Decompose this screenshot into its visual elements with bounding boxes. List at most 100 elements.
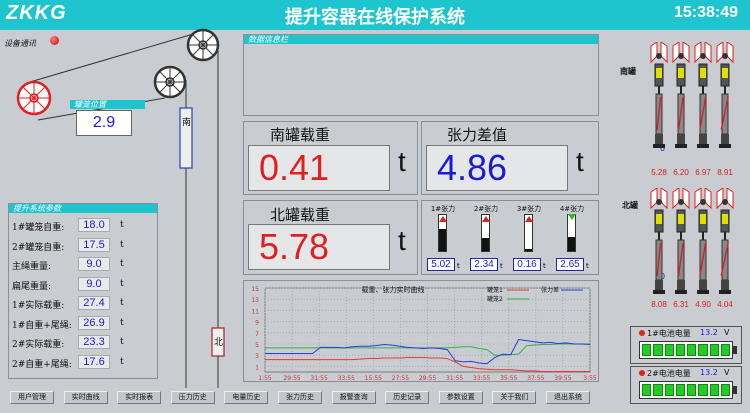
battery-cell [720, 384, 730, 396]
nav-button[interactable]: 参数设置 [438, 391, 483, 404]
page-title: 提升容器在线保护系统 [285, 7, 465, 28]
nav-button[interactable]: 张力历史 [278, 391, 322, 404]
nav-button[interactable]: 用户管理 [10, 391, 54, 404]
cage-position-value: 2.9 [76, 110, 132, 136]
chart-ytick-label: 15 [251, 286, 259, 293]
battery-cell [687, 344, 697, 356]
battery-label: 2#电池电量 [647, 369, 691, 378]
battery-led-icon [639, 370, 645, 376]
chart-title: 载重、张力实时曲线 [362, 285, 425, 294]
south-cage-label: 南 [182, 118, 192, 128]
chart-ytick-label: 11 [251, 308, 259, 315]
battery-cell [698, 344, 708, 356]
param-value: 26.9 [78, 315, 110, 330]
param-unit: t [120, 356, 124, 367]
nav-button[interactable]: 退出系统 [546, 391, 590, 404]
hydraulic-valve-icon [672, 188, 690, 294]
sheave-wheel-icon [153, 65, 187, 99]
param-value: 23.3 [78, 335, 110, 349]
param-value: 18.0 [78, 218, 110, 232]
battery-cell [642, 384, 652, 396]
chart-xtick-label: 15:55 [365, 375, 382, 382]
param-label: 扁尾重量: [12, 281, 52, 292]
hydraulic-valve-icon [672, 42, 690, 148]
nav-button[interactable]: 关于我们 [492, 391, 537, 404]
battery-icon [639, 341, 733, 359]
hydraulic-valve-icon [716, 188, 734, 294]
param-label: 1#罐笼自重: [12, 223, 65, 233]
battery-cell [675, 384, 685, 396]
hydraulic-valve-icon [694, 42, 712, 148]
tension-value: 0.16 [513, 258, 541, 271]
south-valve-value: 5.28 [651, 168, 667, 177]
battery-terminal [733, 386, 737, 394]
battery-value: 13.2 [700, 328, 718, 337]
nav-button[interactable]: 电量历史 [224, 391, 269, 404]
battery-unit: V [724, 368, 730, 377]
chart-xtick-label: 1:55 [258, 375, 272, 382]
param-label: 主绳重量: [12, 262, 52, 272]
chart-xtick-label: 35:55 [500, 375, 517, 382]
hydraulic-valve-icon [694, 188, 712, 294]
tension-diff-label: 张力差值 [447, 126, 508, 144]
param-unit: t [120, 259, 124, 269]
chart-xtick-label: 37:55 [527, 375, 544, 382]
south-load-value: 0.41 [248, 145, 390, 191]
data-info-title: 数据信息栏 [244, 35, 598, 44]
param-value: 17.6 [78, 354, 110, 369]
params-title: 提升系统参数 [9, 204, 157, 213]
param-unit: t [120, 337, 124, 347]
param-value: 17.5 [78, 237, 110, 252]
nav-button[interactable]: 历史记录 [385, 391, 430, 404]
tension-unit: t [500, 262, 503, 270]
chart-xtick-label: 29:55 [283, 375, 300, 382]
chart-ytick-label: 9 [255, 320, 259, 327]
nav-button[interactable]: 实时报表 [117, 391, 162, 404]
chart-ytick-label: 13 [251, 297, 259, 304]
chart-xtick-label: 3:55 [583, 375, 597, 382]
nav-button[interactable]: 实时曲线 [63, 391, 108, 404]
arrow-up-icon [525, 216, 533, 222]
param-unit: t [120, 298, 124, 308]
north-load-unit: t [398, 225, 406, 256]
battery-unit: V [724, 328, 730, 337]
chart-xtick-label: 27:55 [392, 375, 409, 382]
tension-gauge-fill [525, 249, 532, 251]
param-unit: t [120, 317, 124, 328]
param-value: 27.4 [78, 296, 110, 310]
param-label: 2#罐笼自重: [12, 242, 65, 253]
tension-diff-value: 4.86 [426, 145, 568, 191]
south-valve-value: 6.97 [695, 168, 711, 177]
chart-ytick-label: 5 [255, 342, 259, 349]
north-valve-value: 4.04 [717, 300, 733, 309]
tension-label: 3#张力 [516, 205, 542, 213]
south-load-label: 南罐载重 [270, 126, 331, 144]
battery-cell [687, 384, 697, 396]
chart-legend-label: 罐笼1 [487, 286, 503, 294]
chart-xtick-label: 31:55 [446, 375, 463, 382]
north-load-label: 北罐载重 [270, 206, 331, 224]
nav-button[interactable]: 报警查询 [331, 391, 376, 404]
battery-label: 1#电池电量 [647, 329, 691, 338]
battery-terminal [733, 346, 737, 354]
nav-button[interactable]: 压力历史 [170, 391, 215, 404]
drum-wheel-icon [16, 80, 52, 116]
tension-gauge-fill [482, 238, 489, 251]
south-load-unit: t [398, 146, 406, 177]
battery-cell [709, 384, 719, 396]
param-value: 9.0 [78, 276, 110, 291]
param-unit: t [120, 239, 124, 250]
battery-cell [653, 384, 663, 396]
tension-value: 5.02 [427, 258, 455, 271]
chart-ytick-label: 1 [255, 364, 259, 371]
tension-label: 2#张力 [473, 205, 499, 213]
param-value: 9.0 [78, 257, 110, 271]
arrow-up-icon [482, 216, 490, 222]
south-valve-value: 8.91 [717, 168, 733, 177]
sheave-wheel-icon [186, 28, 220, 62]
tension-diff-unit: t [576, 146, 584, 177]
battery-cell [664, 344, 674, 356]
clock: 15:38:49 [673, 4, 738, 21]
param-unit: t [120, 220, 124, 230]
arrow-up-icon [439, 216, 447, 222]
